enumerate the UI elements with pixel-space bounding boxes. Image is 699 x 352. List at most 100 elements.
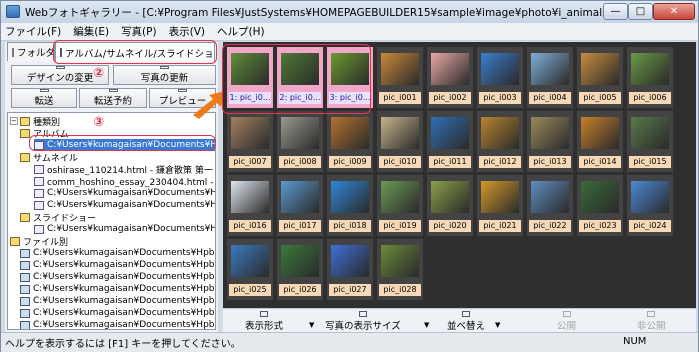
photo-label: pic_i005 (579, 92, 621, 104)
photo-thumbnail[interactable]: pic_i002 (427, 47, 473, 108)
photo-image (531, 53, 569, 85)
photo-thumbnail[interactable]: pic_i009 (327, 111, 373, 172)
photo-thumbnail[interactable]: pic_i015 (627, 111, 673, 172)
photo-thumbnail[interactable]: pic_i026 (277, 239, 323, 300)
photo-thumbnail[interactable]: pic_i003 (477, 47, 523, 108)
sort-label: 並べ替え (447, 321, 486, 332)
photo-thumbnail[interactable]: pic_i019 (377, 175, 423, 236)
photo-image (231, 117, 269, 149)
photo-image (431, 53, 469, 85)
menu-file[interactable]: ファイル(F) (5, 24, 61, 39)
photo-image (381, 53, 419, 85)
dropdown-arrow-icon[interactable]: ▼ (424, 321, 429, 329)
photo-thumbnail[interactable]: pic_i021 (477, 175, 523, 236)
photo-thumbnail[interactable]: pic_i017 (277, 175, 323, 236)
tree-file-item[interactable]: C:¥Users¥kumagaisan¥Documents¥Hpbuil (20, 319, 215, 329)
title-bar[interactable]: Webフォトギャラリー - [C:¥Program Files¥JustSyst… (1, 1, 698, 23)
tree-file-item[interactable]: C:¥Users¥kumagaisan¥Documents¥Hpbuil (20, 295, 215, 307)
photo-label: pic_i011 (429, 156, 471, 168)
size-icon (358, 311, 367, 317)
photo-label: pic_i022 (529, 220, 571, 232)
maximize-button[interactable]: □ (628, 3, 653, 20)
photo-thumbnail[interactable]: pic_i006 (627, 47, 673, 108)
tree-slideshow[interactable]: スライドショー (20, 211, 97, 224)
transfer-button[interactable]: 転送 (11, 88, 77, 108)
tree-file-item[interactable]: C:¥Users¥kumagaisan¥Documents¥Hpbuil (20, 247, 215, 259)
tree-thumbnail[interactable]: サムネイル (20, 151, 78, 164)
tree-file-item[interactable]: C:¥Users¥kumagaisan¥Documents¥Hpbuil (20, 259, 215, 271)
schedule-transfer-button[interactable]: 転送予約 (79, 88, 147, 108)
photo-label: pic_i020 (429, 220, 471, 232)
folder-icon (12, 47, 14, 57)
file-icon (20, 248, 30, 258)
update-photos-button[interactable]: 写真の更新 (113, 65, 216, 85)
photo-thumbnail[interactable]: pic_i016 (227, 175, 273, 236)
tab-folder[interactable]: フォルダ (7, 42, 55, 61)
display-format-button[interactable]: 表示形式 (245, 311, 283, 332)
tree-slideshow-label: スライドショー (33, 213, 97, 224)
menu-view[interactable]: 表示(V) (169, 24, 205, 39)
sort-button[interactable]: 並べ替え (447, 311, 485, 332)
schedule-transfer-label: 転送予約 (93, 96, 132, 107)
tree-thumb-item[interactable]: oshirase_110214.html - 鎌倉散策 第一 (34, 163, 213, 176)
photo-thumbnail[interactable]: pic_i018 (327, 175, 373, 236)
photo-label: pic_i025 (229, 284, 271, 296)
tree-files[interactable]: ファイル別 (10, 235, 69, 248)
photo-thumbnail[interactable]: pic_i023 (577, 175, 623, 236)
tree-root[interactable]: − 種類別 (10, 115, 60, 128)
photo-thumbnail[interactable]: pic_i001 (377, 47, 423, 108)
photo-image (331, 117, 369, 149)
photo-label: pic_i026 (279, 284, 321, 296)
photo-image (231, 245, 269, 277)
photo-thumbnail[interactable]: pic_i024 (627, 175, 673, 236)
tree-thumb-item[interactable]: C:¥Users¥kumagaisan¥Documents¥Hpbuil (34, 187, 215, 199)
menu-edit[interactable]: 編集(E) (73, 24, 109, 39)
photo-thumbnail[interactable]: pic_i005 (577, 47, 623, 108)
file-icon (20, 308, 30, 318)
photo-image (281, 245, 319, 277)
tree-file-item[interactable]: C:¥Users¥kumagaisan¥Documents¥Hpbuil (20, 271, 215, 283)
photo-thumbnail[interactable]: pic_i010 (377, 111, 423, 172)
unpublish-button[interactable]: 非公開 (637, 311, 666, 332)
minimize-button[interactable]: — (603, 3, 628, 20)
dropdown-arrow-icon[interactable]: ▼ (309, 321, 314, 329)
publish-label: 公開 (557, 321, 577, 332)
photo-thumbnail[interactable]: pic_i027 (327, 239, 373, 300)
photo-label: pic_i001 (379, 92, 421, 104)
photo-thumbnail[interactable]: pic_i025 (227, 239, 273, 300)
photo-thumbnail[interactable]: pic_i028 (377, 239, 423, 300)
photo-image (281, 181, 319, 213)
photo-thumbnail[interactable]: pic_i011 (427, 111, 473, 172)
close-button[interactable]: ✕ (653, 3, 695, 20)
photo-size-label: 写真の表示サイズ (325, 321, 401, 332)
photo-thumbnail[interactable]: pic_i020 (427, 175, 473, 236)
photo-label: pic_i004 (529, 92, 571, 104)
dropdown-arrow-icon[interactable]: ▼ (495, 321, 500, 329)
photo-thumbnail[interactable]: pic_i012 (477, 111, 523, 172)
tree-thumb-item[interactable]: comm_hoshino_essay_230404.html - フ (34, 175, 215, 188)
photo-thumbnail[interactable]: pic_i022 (527, 175, 573, 236)
photo-image (481, 53, 519, 85)
collapse-icon[interactable]: − (10, 117, 18, 125)
menu-photo[interactable]: 写真(P) (121, 24, 157, 39)
photo-thumbnail[interactable]: pic_i014 (577, 111, 623, 172)
photo-thumbnail[interactable]: pic_i008 (277, 111, 323, 172)
photo-image (631, 181, 669, 213)
menu-help[interactable]: ヘルプ(H) (217, 24, 265, 39)
tree-file-item[interactable]: C:¥Users¥kumagaisan¥Documents¥Hpbuil (20, 307, 215, 319)
file-icon (20, 272, 30, 282)
photo-label: pic_i008 (279, 156, 321, 168)
photo-thumbnail[interactable]: pic_i007 (227, 111, 273, 172)
tree-slide-item[interactable]: C:¥Users¥kumagaisan¥Documents¥Hpbuil (34, 223, 216, 235)
tree-thumb-item[interactable]: C:¥Users¥kumagaisan¥Documents¥Hpbuil (34, 199, 215, 211)
photo-thumbnail[interactable]: pic_i004 (527, 47, 573, 108)
tree-item-label: C:¥Users¥kumagaisan¥Documents¥Hpbuil (33, 284, 216, 294)
tree-item-label: C:¥Users¥kumagaisan¥Documents¥Hpbuil (47, 224, 216, 234)
photo-image (381, 181, 419, 213)
publish-button[interactable]: 公開 (557, 311, 576, 332)
tree-file-item[interactable]: C:¥Users¥kumagaisan¥Documents¥Hpbuil (20, 283, 216, 295)
file-icon (20, 284, 30, 294)
tree-files-label: ファイル別 (23, 237, 69, 248)
photo-size-button[interactable]: 写真の表示サイズ (325, 311, 401, 332)
photo-thumbnail[interactable]: pic_i013 (527, 111, 573, 172)
